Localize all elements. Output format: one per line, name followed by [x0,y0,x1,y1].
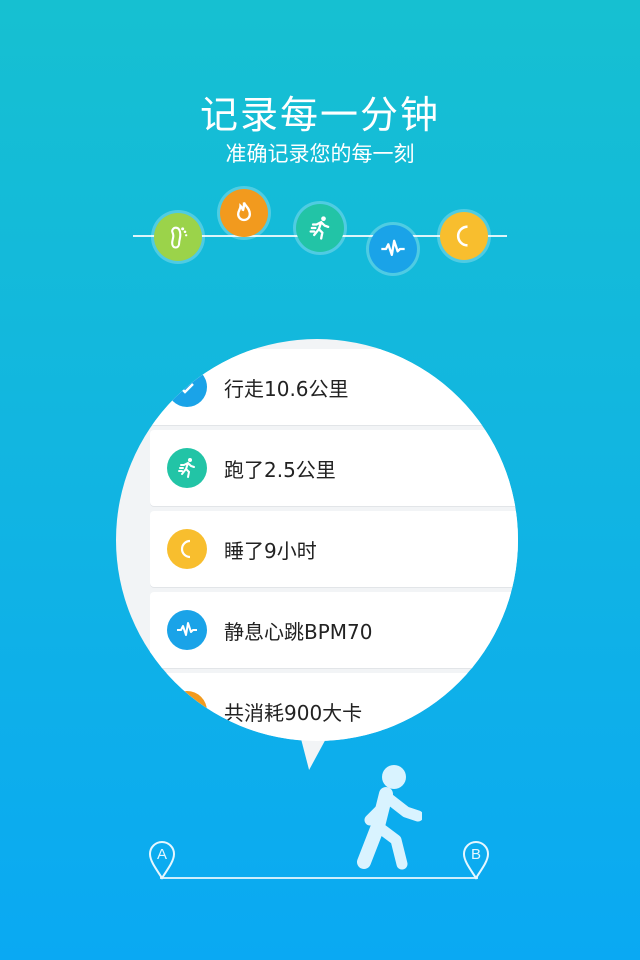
list-item[interactable]: 静息心跳BPM70 [150,592,518,668]
heartbeat-icon [369,225,417,273]
list-item[interactable]: 共消耗900大卡 [150,673,518,741]
list-item[interactable]: 行走10.6公里 [150,349,518,425]
record-text: 行走10.6公里 [224,376,349,401]
start-pin-label: A [157,846,167,863]
moon-icon [440,212,488,260]
end-pin-label: B [471,846,481,863]
records-bubble: 行走10.6公里 跑了2.5公里 睡了9小时 静息心跳BPM70 共消耗900大… [116,339,518,741]
route-line [160,877,478,879]
record-text: 静息心跳BPM70 [224,619,373,644]
record-text: 共消耗900大卡 [224,700,363,725]
page-subtitle: 准确记录您的每一刻 [225,142,415,166]
footprint-icon [167,367,207,407]
running-icon [296,204,344,252]
footprint-icon [154,213,202,261]
page-title: 记录每一分钟 [199,93,440,137]
walking-person-icon [357,765,422,870]
flame-icon [167,691,207,731]
list-item[interactable]: 睡了9小时 [150,511,518,587]
end-pin-icon: B [462,841,490,880]
record-text: 睡了9小时 [224,538,317,563]
heartbeat-icon [167,610,207,650]
running-icon [167,448,207,488]
moon-icon [167,529,207,569]
start-pin-icon: A [148,841,176,880]
list-item[interactable]: 跑了2.5公里 [150,430,518,506]
flame-icon [220,189,268,237]
record-text: 跑了2.5公里 [224,457,336,482]
